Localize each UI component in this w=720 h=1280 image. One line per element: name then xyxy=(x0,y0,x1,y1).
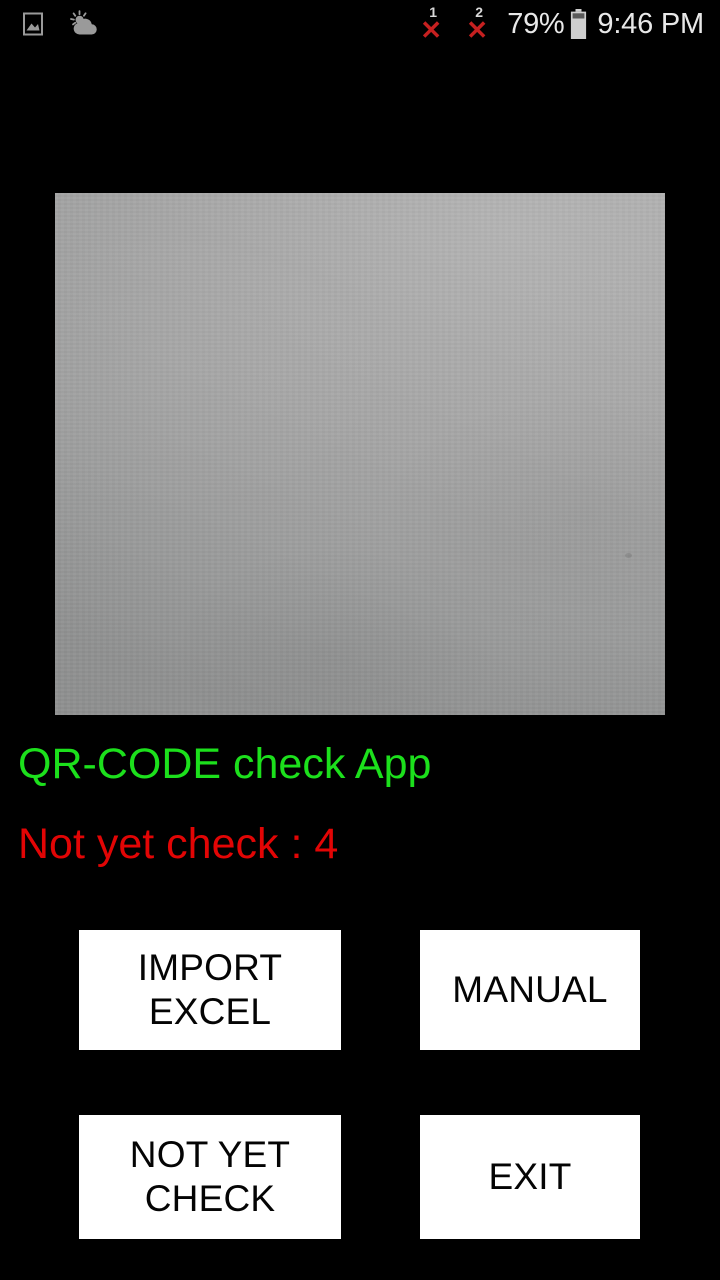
camera-preview-speck xyxy=(625,553,632,558)
exit-button[interactable]: EXIT xyxy=(420,1115,640,1239)
status-bar-left-icons xyxy=(20,10,100,38)
sim-1-cross-icon: ✕ xyxy=(420,15,443,45)
battery-icon xyxy=(570,9,597,39)
camera-preview[interactable] xyxy=(55,193,665,715)
weather-icon xyxy=(68,10,100,38)
sim-1-no-service-icon: 1 ✕ xyxy=(415,5,457,45)
sim-2-no-service-icon: 2 ✕ xyxy=(461,5,503,45)
import-excel-button[interactable]: IMPORT EXCEL xyxy=(79,930,341,1050)
camera-preview-shading xyxy=(55,193,665,715)
status-bar-clock: 9:46 PM xyxy=(597,7,704,40)
not-yet-check-button[interactable]: NOT YET CHECK xyxy=(79,1115,341,1239)
sim-2-cross-icon: ✕ xyxy=(466,15,489,45)
camera-preview-noise xyxy=(55,193,665,715)
status-bar: 1 ✕ 2 ✕ 79% 9:46 PM xyxy=(0,0,720,48)
battery-percentage: 79% xyxy=(507,7,565,40)
manual-button[interactable]: MANUAL xyxy=(420,930,640,1050)
page-title: QR-CODE check App xyxy=(18,740,432,788)
status-bar-right: 1 ✕ 2 ✕ 79% 9:46 PM xyxy=(415,5,704,45)
gallery-icon xyxy=(20,11,46,37)
not-yet-check-count: Not yet check : 4 xyxy=(18,820,339,868)
